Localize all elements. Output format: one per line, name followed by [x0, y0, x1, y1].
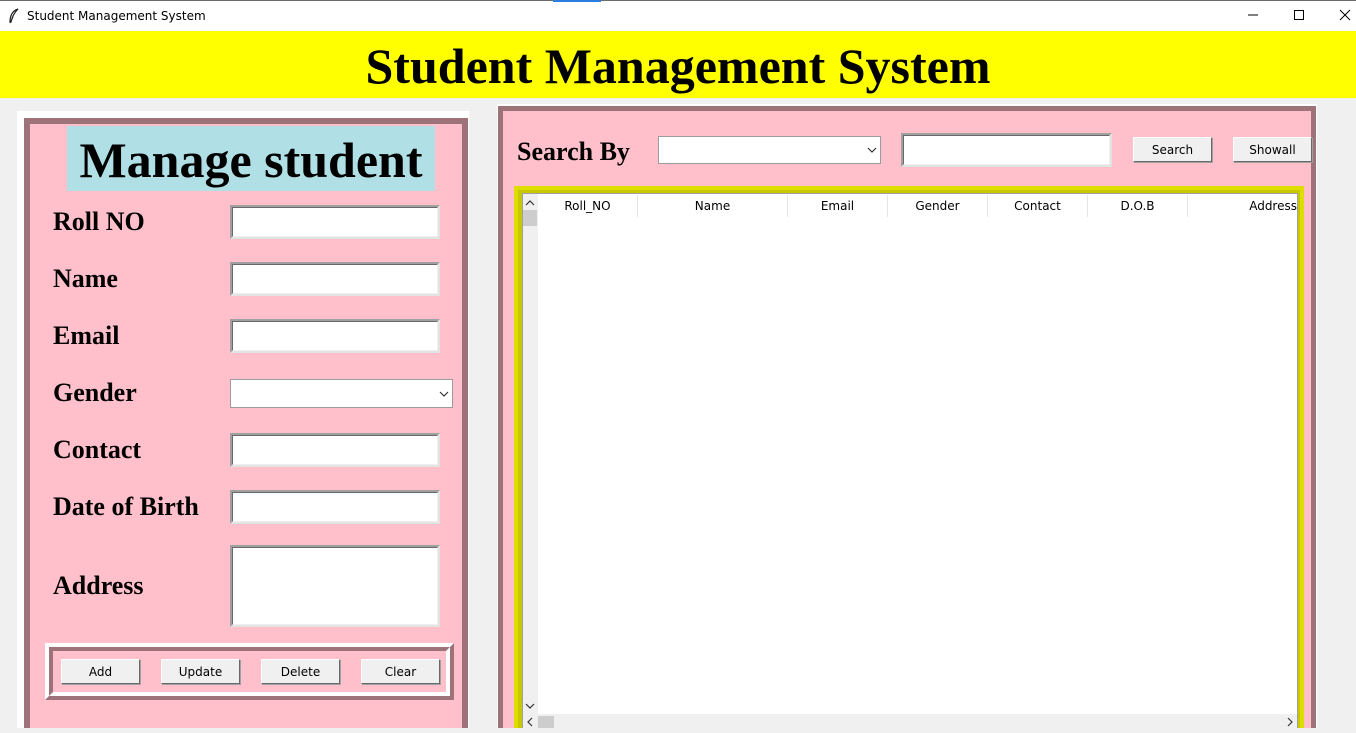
- column-header-contact[interactable]: Contact: [988, 195, 1088, 217]
- scroll-right-icon[interactable]: [1284, 715, 1296, 727]
- search-query: [903, 135, 1110, 165]
- clear-button[interactable]: Clear: [361, 659, 440, 684]
- roll-no-value: [232, 207, 438, 237]
- column-header-gender[interactable]: Gender: [888, 195, 988, 217]
- app-header: Student Management System: [0, 31, 1356, 98]
- search-by-label: Search By: [517, 137, 630, 166]
- maximize-icon: [1294, 10, 1304, 20]
- dob-input[interactable]: [230, 490, 440, 524]
- email-label: Email: [53, 321, 120, 350]
- name-value: [232, 264, 438, 294]
- update-button[interactable]: Update: [161, 659, 240, 684]
- search-input[interactable]: [901, 133, 1112, 167]
- contact-value: [232, 435, 438, 465]
- window-title: Student Management System: [27, 9, 206, 23]
- dob-label: Date of Birth: [53, 492, 199, 521]
- column-header-address[interactable]: Address: [1188, 195, 1297, 217]
- minimize-icon: [1248, 14, 1258, 16]
- chevron-down-icon: [439, 391, 449, 397]
- name-label: Name: [53, 264, 118, 293]
- contact-label: Contact: [53, 435, 142, 464]
- app-title: Student Management System: [365, 38, 991, 94]
- add-button[interactable]: Add: [61, 659, 140, 684]
- column-header-dob[interactable]: D.O.B: [1088, 195, 1188, 217]
- close-button[interactable]: [1322, 0, 1356, 30]
- contact-input[interactable]: [230, 433, 440, 467]
- maximize-button[interactable]: [1276, 0, 1322, 30]
- roll-no-input[interactable]: [230, 205, 440, 239]
- scroll-left-icon[interactable]: [524, 715, 536, 727]
- name-input[interactable]: [230, 262, 440, 296]
- showall-button[interactable]: Showall: [1233, 137, 1312, 162]
- minimize-button[interactable]: [1230, 0, 1276, 30]
- dob-value: [232, 492, 438, 522]
- delete-button[interactable]: Delete: [261, 659, 340, 684]
- chevron-down-icon: [867, 147, 877, 153]
- close-icon: [1339, 9, 1351, 21]
- taskbar-accent: [553, 0, 601, 2]
- gender-combobox[interactable]: [230, 379, 453, 408]
- vertical-scroll-thumb[interactable]: [523, 210, 537, 226]
- email-value: [232, 321, 438, 351]
- address-value: [232, 547, 438, 625]
- horizontal-scroll-thumb[interactable]: [538, 716, 554, 728]
- column-header-email[interactable]: Email: [788, 195, 888, 217]
- scroll-up-icon[interactable]: [524, 196, 536, 208]
- column-header-roll-no[interactable]: Roll_NO: [538, 195, 638, 217]
- feather-icon: [8, 8, 20, 24]
- column-header-name[interactable]: Name: [638, 195, 788, 217]
- roll-no-label: Roll NO: [53, 207, 145, 236]
- address-textarea[interactable]: [230, 545, 440, 627]
- search-button[interactable]: Search: [1133, 137, 1212, 162]
- email-input[interactable]: [230, 319, 440, 353]
- scroll-down-icon[interactable]: [524, 699, 536, 711]
- search-by-combobox[interactable]: [658, 136, 881, 164]
- horizontal-scrollbar[interactable]: [523, 714, 1297, 728]
- address-label: Address: [53, 571, 144, 600]
- vertical-scrollbar[interactable]: [523, 194, 538, 714]
- window-titlebar[interactable]: Student Management System: [0, 0, 1356, 31]
- gender-label: Gender: [53, 378, 137, 407]
- manage-title: Manage student: [67, 126, 435, 191]
- student-table[interactable]: [522, 193, 1298, 728]
